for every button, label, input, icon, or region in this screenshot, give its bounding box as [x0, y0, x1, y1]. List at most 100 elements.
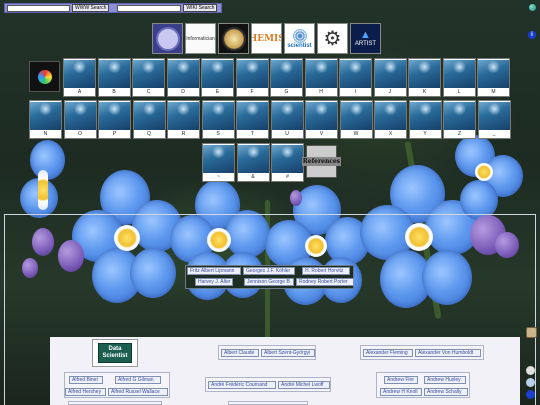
- name-button[interactable]: Alfred Hershey: [65, 388, 106, 396]
- tile-label: W: [353, 131, 359, 137]
- gear-logo[interactable]: ⚙: [317, 23, 348, 54]
- name-group: Alexander Fleming Alexander Von Humboldt: [360, 345, 484, 360]
- letter-tile[interactable]: _: [477, 100, 511, 139]
- tile-thumbnail: [99, 102, 130, 130]
- tile-label: Q: [147, 131, 151, 137]
- letter-tile[interactable]: D: [166, 58, 200, 97]
- help-icon[interactable]: [526, 378, 535, 387]
- name-button[interactable]: Alfred Russel Wallace: [108, 388, 168, 396]
- home-tile[interactable]: [29, 61, 60, 92]
- tile-label: J: [388, 89, 392, 95]
- tile-label: B: [112, 89, 116, 95]
- tile-thumbnail: [237, 102, 268, 130]
- letter-tile[interactable]: A: [63, 58, 96, 97]
- name-button[interactable]: Albert Claude: [221, 349, 259, 357]
- informatician-logo[interactable]: Informatician: [185, 23, 216, 54]
- letter-tile[interactable]: F: [235, 58, 269, 97]
- letter-tile[interactable]: C: [132, 58, 165, 97]
- name-button[interactable]: Alexander Fleming: [363, 349, 413, 357]
- tile-thumbnail: [409, 102, 441, 130]
- name-button[interactable]: Andrew Schally: [424, 388, 468, 396]
- letter-tile[interactable]: #: [271, 143, 304, 182]
- chemist-logo[interactable]: CHEMIST: [251, 23, 282, 54]
- tile-thumbnail: [305, 60, 337, 88]
- seal-logo[interactable]: [152, 23, 183, 54]
- info-icon[interactable]: i: [528, 31, 536, 39]
- name-button[interactable]: Rodney Robert Porter: [296, 278, 354, 286]
- wiki-search-button[interactable]: WIKI Search: [183, 4, 218, 12]
- name-button[interactable]: Georges J.F. Köhler: [243, 267, 295, 275]
- letter-tile[interactable]: I: [339, 58, 372, 97]
- tile-thumbnail: [271, 102, 303, 130]
- letter-tile[interactable]: ~: [202, 143, 235, 182]
- letter-tile[interactable]: S: [201, 100, 235, 139]
- tile-thumbnail: [272, 145, 303, 173]
- triangle-icon: ▲: [360, 29, 371, 41]
- letter-tile[interactable]: H: [304, 58, 338, 97]
- letter-tile[interactable]: V: [305, 100, 338, 139]
- letter-tile[interactable]: G: [270, 58, 303, 97]
- tile-label: T: [250, 131, 255, 137]
- letter-tile[interactable]: X: [374, 100, 407, 139]
- letter-tile[interactable]: N: [29, 100, 62, 139]
- letter-tile[interactable]: M: [477, 58, 510, 97]
- name-button[interactable]: André Michel Lwoff: [278, 381, 330, 389]
- name-button[interactable]: Jennison George B: [244, 278, 294, 286]
- name-button[interactable]: Andrew Fire: [384, 376, 418, 384]
- name-button[interactable]: H. Robert Horvitz: [302, 267, 350, 275]
- chat-icon[interactable]: [526, 366, 535, 375]
- tile-label: M: [491, 89, 496, 95]
- letter-tile[interactable]: B: [97, 58, 131, 97]
- references-tile[interactable]: References: [301, 145, 342, 178]
- data-scientist-logo[interactable]: Data Scientist: [92, 339, 138, 367]
- letter-tile[interactable]: Y: [408, 100, 442, 139]
- tile-thumbnail: [202, 60, 233, 88]
- letter-tile[interactable]: E: [201, 58, 234, 97]
- name-button[interactable]: Andrew H Knoll: [380, 388, 422, 396]
- name-button[interactable]: Alexander Von Humboldt: [415, 349, 481, 357]
- scientist-logo[interactable]: scientist: [284, 23, 315, 54]
- globe-icon[interactable]: [529, 4, 536, 11]
- letter-tile[interactable]: O: [63, 100, 97, 139]
- name-button[interactable]: Harvey J. Alter: [195, 278, 233, 286]
- name-button[interactable]: Alfred Binet: [69, 376, 103, 384]
- www-search-button[interactable]: WWW Search: [72, 4, 110, 12]
- name-button[interactable]: Andrew Huxley: [424, 376, 466, 384]
- www-search-input[interactable]: [7, 4, 70, 12]
- search-bar: WWW Search WIKI Search: [4, 3, 222, 13]
- logo-row: Informatician CHEMIST scientist ⚙ ▲ARTIS…: [152, 23, 381, 54]
- tile-label: &: [251, 174, 255, 180]
- tile-label: S: [216, 131, 220, 137]
- frame-line: [4, 214, 5, 405]
- name-group: Alfred Binet Alfred G Gilman Alfred Hers…: [64, 372, 170, 398]
- names-panel: Fritz Albert Lipmann Georges J.F. Köhler…: [185, 265, 354, 289]
- letter-tile[interactable]: J: [373, 58, 407, 97]
- tile-label: U: [285, 131, 289, 137]
- letter-tile[interactable]: R: [167, 100, 200, 139]
- name-button[interactable]: Fritz Albert Lipmann: [187, 267, 241, 275]
- letter-tile[interactable]: P: [98, 100, 131, 139]
- tile-thumbnail: [64, 102, 96, 130]
- medal-logo[interactable]: [218, 23, 249, 54]
- tile-thumbnail: [98, 60, 130, 88]
- letter-tile[interactable]: L: [442, 58, 476, 97]
- name-button[interactable]: André Frédéric Cournand: [208, 381, 276, 389]
- letter-tile[interactable]: Q: [132, 100, 166, 139]
- tile-label: #: [286, 174, 289, 180]
- letter-tile[interactable]: W: [339, 100, 373, 139]
- name-button[interactable]: Alfred G Gilman: [115, 376, 161, 384]
- tile-thumbnail: [478, 102, 510, 130]
- photo-icon[interactable]: [526, 327, 537, 338]
- letter-tile[interactable]: K: [408, 58, 441, 97]
- tile-label: I: [354, 89, 357, 95]
- letter-tile[interactable]: U: [270, 100, 304, 139]
- tile-label: Z: [457, 131, 462, 137]
- name-button[interactable]: Albert Szent-Györgyi: [261, 349, 315, 357]
- letter-tile[interactable]: Z: [443, 100, 476, 139]
- wiki-search-input[interactable]: [117, 4, 182, 12]
- tile-thumbnail: [375, 102, 406, 130]
- artist-logo[interactable]: ▲ ARTIST: [350, 23, 381, 54]
- menu-icon[interactable]: [526, 390, 535, 399]
- letter-tile[interactable]: T: [236, 100, 269, 139]
- letter-tile[interactable]: &: [236, 143, 270, 182]
